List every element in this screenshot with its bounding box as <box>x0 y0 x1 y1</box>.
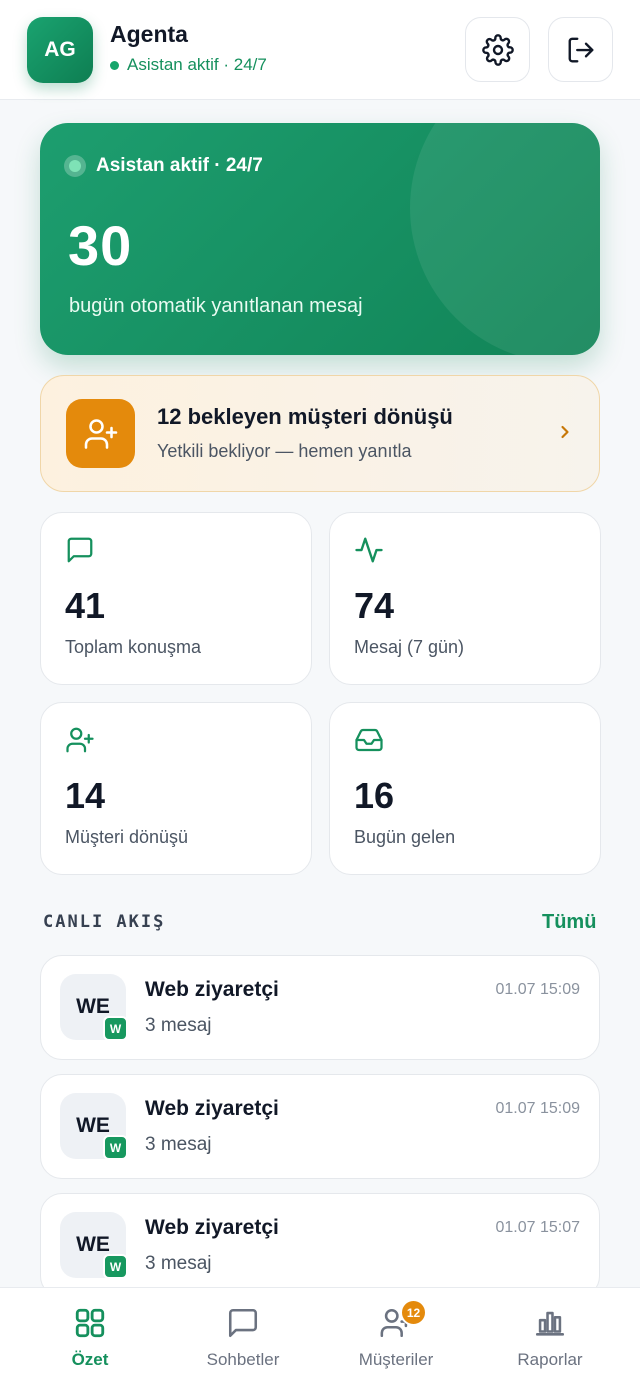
feed-item[interactable]: WE W Web ziyaretçi 3 mesaj 01.07 15:09 <box>40 955 600 1060</box>
stat-value: 16 <box>354 775 395 816</box>
bar-chart-icon <box>470 1306 630 1345</box>
timestamp: 01.07 15:07 <box>495 1219 580 1236</box>
contact-name: Web ziyaretçi <box>145 1097 279 1120</box>
see-all-link[interactable]: Tümü <box>542 911 596 934</box>
stat-customer-returns[interactable]: 14 Müşteri dönüşü <box>40 702 312 875</box>
chat-icon <box>65 535 95 570</box>
nav-label: Özet <box>71 1350 109 1369</box>
feed-item[interactable]: WE W Web ziyaretçi 3 mesaj 01.07 15:07 <box>40 1193 600 1298</box>
hero-status-text: Asistan aktif · 24/7 <box>96 155 263 176</box>
auto-reply-hero-card: Asistan aktif · 24/7 30 bugün otomatik y… <box>40 123 600 355</box>
nav-tab-chats[interactable]: Sohbetler <box>163 1288 323 1385</box>
pending-icon-box <box>66 399 135 468</box>
stat-label: Bugün gelen <box>354 827 456 847</box>
inbox-icon <box>354 725 384 760</box>
nav-tab-customers[interactable]: 12 Müşteriler <box>316 1288 476 1385</box>
message-count: 3 mesaj <box>145 1134 212 1155</box>
channel-badge: W <box>103 1254 128 1279</box>
assistant-status: Asistan aktif · 24/7 <box>110 55 267 75</box>
timestamp: 01.07 15:09 <box>495 1100 580 1117</box>
notification-badge: 12 <box>400 1299 427 1326</box>
auto-reply-count: 30 <box>68 214 133 277</box>
user-plus-icon <box>84 418 117 449</box>
nav-tab-reports[interactable]: Raporlar <box>470 1288 630 1385</box>
nav-label: Raporlar <box>517 1350 583 1369</box>
feed-item[interactable]: WE W Web ziyaretçi 3 mesaj 01.07 15:09 <box>40 1074 600 1179</box>
message-count: 3 mesaj <box>145 1253 212 1274</box>
grid-icon <box>10 1306 170 1345</box>
stat-value: 41 <box>65 585 106 626</box>
users-icon <box>316 1306 476 1345</box>
activity-icon <box>354 535 384 570</box>
stat-messages-7d[interactable]: 74 Mesaj (7 gün) <box>329 512 601 685</box>
nav-label: Müşteriler <box>358 1350 434 1369</box>
avatar: AG <box>27 17 93 83</box>
logout-button[interactable] <box>548 17 613 82</box>
stat-today-incoming[interactable]: 16 Bugün gelen <box>329 702 601 875</box>
stat-label: Toplam konuşma <box>65 637 202 657</box>
message-count: 3 mesaj <box>145 1015 212 1036</box>
bottom-nav: Özet Sohbetler 12 Müşteriler Raporlar <box>0 1287 640 1385</box>
stat-total-conversations[interactable]: 41 Toplam konuşma <box>40 512 312 685</box>
stat-label: Müşteri dönüşü <box>65 827 189 847</box>
pending-subtitle: Yetkili bekliyor — hemen yanıtla <box>157 441 412 461</box>
gear-icon <box>481 33 514 66</box>
live-feed-title: CANLI AKIŞ <box>43 912 166 932</box>
decorative-circle <box>410 123 600 355</box>
channel-badge: W <box>103 1135 128 1160</box>
settings-button[interactable] <box>465 17 530 82</box>
stat-label: Mesaj (7 gün) <box>354 637 465 657</box>
chat-icon <box>163 1306 323 1345</box>
status-dot <box>110 60 119 70</box>
assistant-status-text: Asistan aktif · 24/7 <box>127 55 267 74</box>
chevron-right-icon <box>555 422 575 447</box>
pending-customers-card[interactable]: 12 bekleyen müşteri dönüşü Yetkili bekli… <box>40 375 600 492</box>
contact-name: Web ziyaretçi <box>145 978 279 1001</box>
status-dot-icon <box>64 155 86 177</box>
app-header: AG Agenta Asistan aktif · 24/7 <box>0 0 640 100</box>
stat-value: 14 <box>65 775 106 816</box>
timestamp: 01.07 15:09 <box>495 981 580 998</box>
user-plus-icon <box>65 725 95 760</box>
auto-reply-caption: bugün otomatik yanıtlanan mesaj <box>69 295 363 317</box>
stat-value: 74 <box>354 585 395 626</box>
contact-name: Web ziyaretçi <box>145 1216 279 1239</box>
nav-tab-summary[interactable]: Özet <box>10 1288 170 1385</box>
nav-label: Sohbetler <box>206 1350 280 1369</box>
app-title: Agenta <box>110 21 188 47</box>
hero-status: Asistan aktif · 24/7 <box>64 155 263 177</box>
pending-title: 12 bekleyen müşteri dönüşü <box>157 404 453 429</box>
logout-icon <box>568 37 593 62</box>
channel-badge: W <box>103 1016 128 1041</box>
